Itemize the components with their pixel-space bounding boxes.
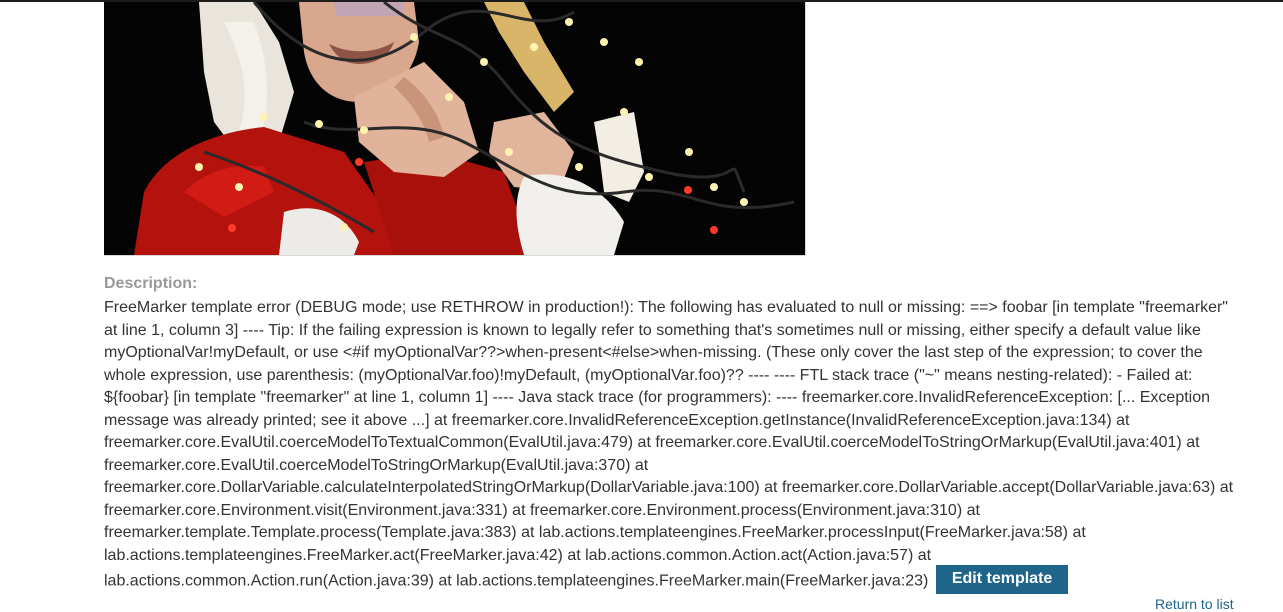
description-body: FreeMarker template error (DEBUG mode; u… xyxy=(104,297,1244,596)
description-label: Description: xyxy=(104,275,198,292)
edit-template-button[interactable]: Edit template xyxy=(935,565,1069,594)
product-image xyxy=(104,2,806,256)
return-to-list-link[interactable]: Return to list xyxy=(1155,596,1234,612)
error-message-text: FreeMarker template error (DEBUG mode; u… xyxy=(104,299,1234,590)
santa-photo xyxy=(104,2,805,255)
